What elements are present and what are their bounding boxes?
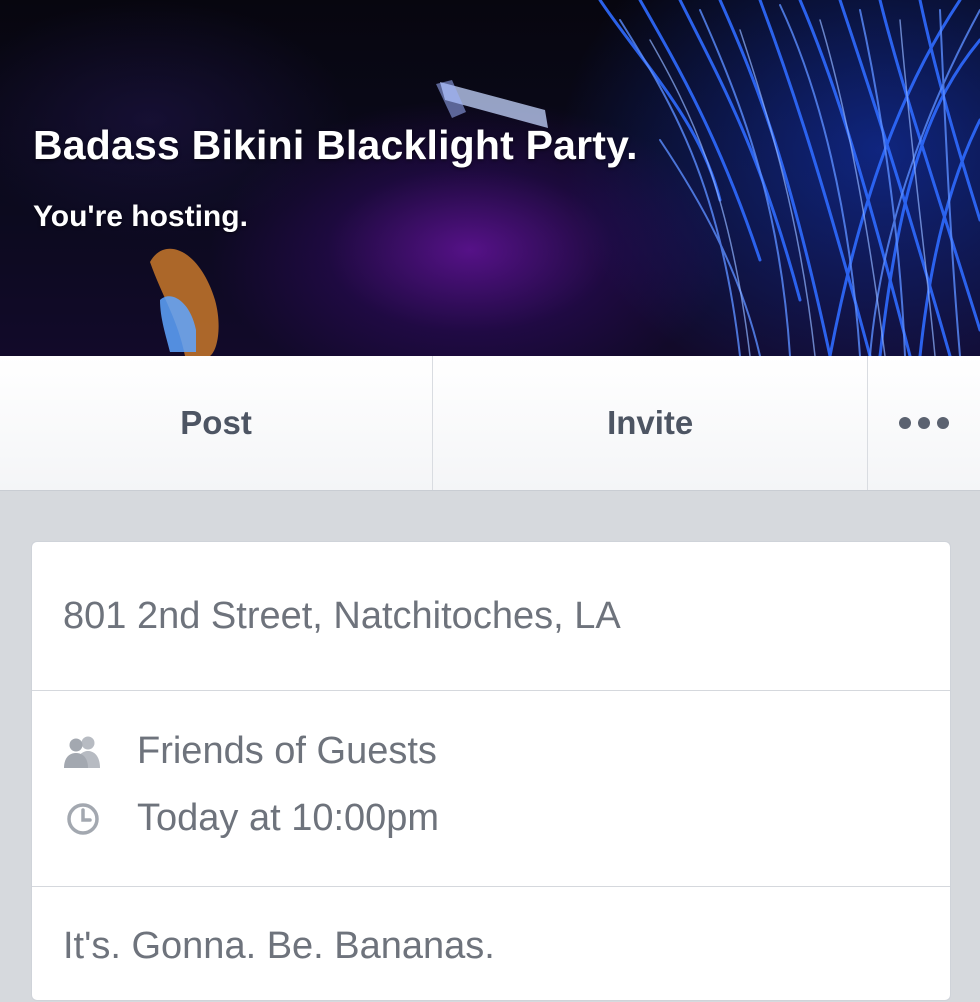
clock-icon	[67, 803, 99, 835]
time-row[interactable]: Today at 10:00pm	[32, 793, 950, 843]
invite-button[interactable]: Invite	[433, 356, 867, 490]
more-options-button[interactable]	[868, 356, 980, 490]
event-time: Today at 10:00pm	[137, 797, 440, 839]
ellipsis-icon	[899, 417, 950, 429]
event-address: 801 2nd Street, Natchitoches, LA	[63, 595, 621, 637]
event-details-card: 801 2nd Street, Natchitoches, LA Friends…	[31, 541, 951, 1001]
post-button[interactable]: Post	[0, 356, 432, 490]
event-action-bar: Post Invite	[0, 356, 980, 491]
privacy-label: Friends of Guests	[137, 730, 437, 772]
friends-icon	[64, 736, 100, 768]
event-meta-section: Friends of Guests Today at 10:00pm	[32, 691, 950, 887]
cover-art	[150, 0, 980, 356]
description-section: It's. Gonna. Be. Bananas.	[32, 887, 950, 1002]
event-description: It's. Gonna. Be. Bananas.	[63, 925, 495, 967]
event-title: Badass Bikini Blacklight Party.	[33, 122, 638, 168]
privacy-row[interactable]: Friends of Guests	[32, 726, 950, 776]
cover-photo[interactable]: Badass Bikini Blacklight Party. You're h…	[0, 0, 980, 356]
address-section[interactable]: 801 2nd Street, Natchitoches, LA	[32, 542, 950, 691]
hosting-status: You're hosting.	[33, 200, 248, 233]
